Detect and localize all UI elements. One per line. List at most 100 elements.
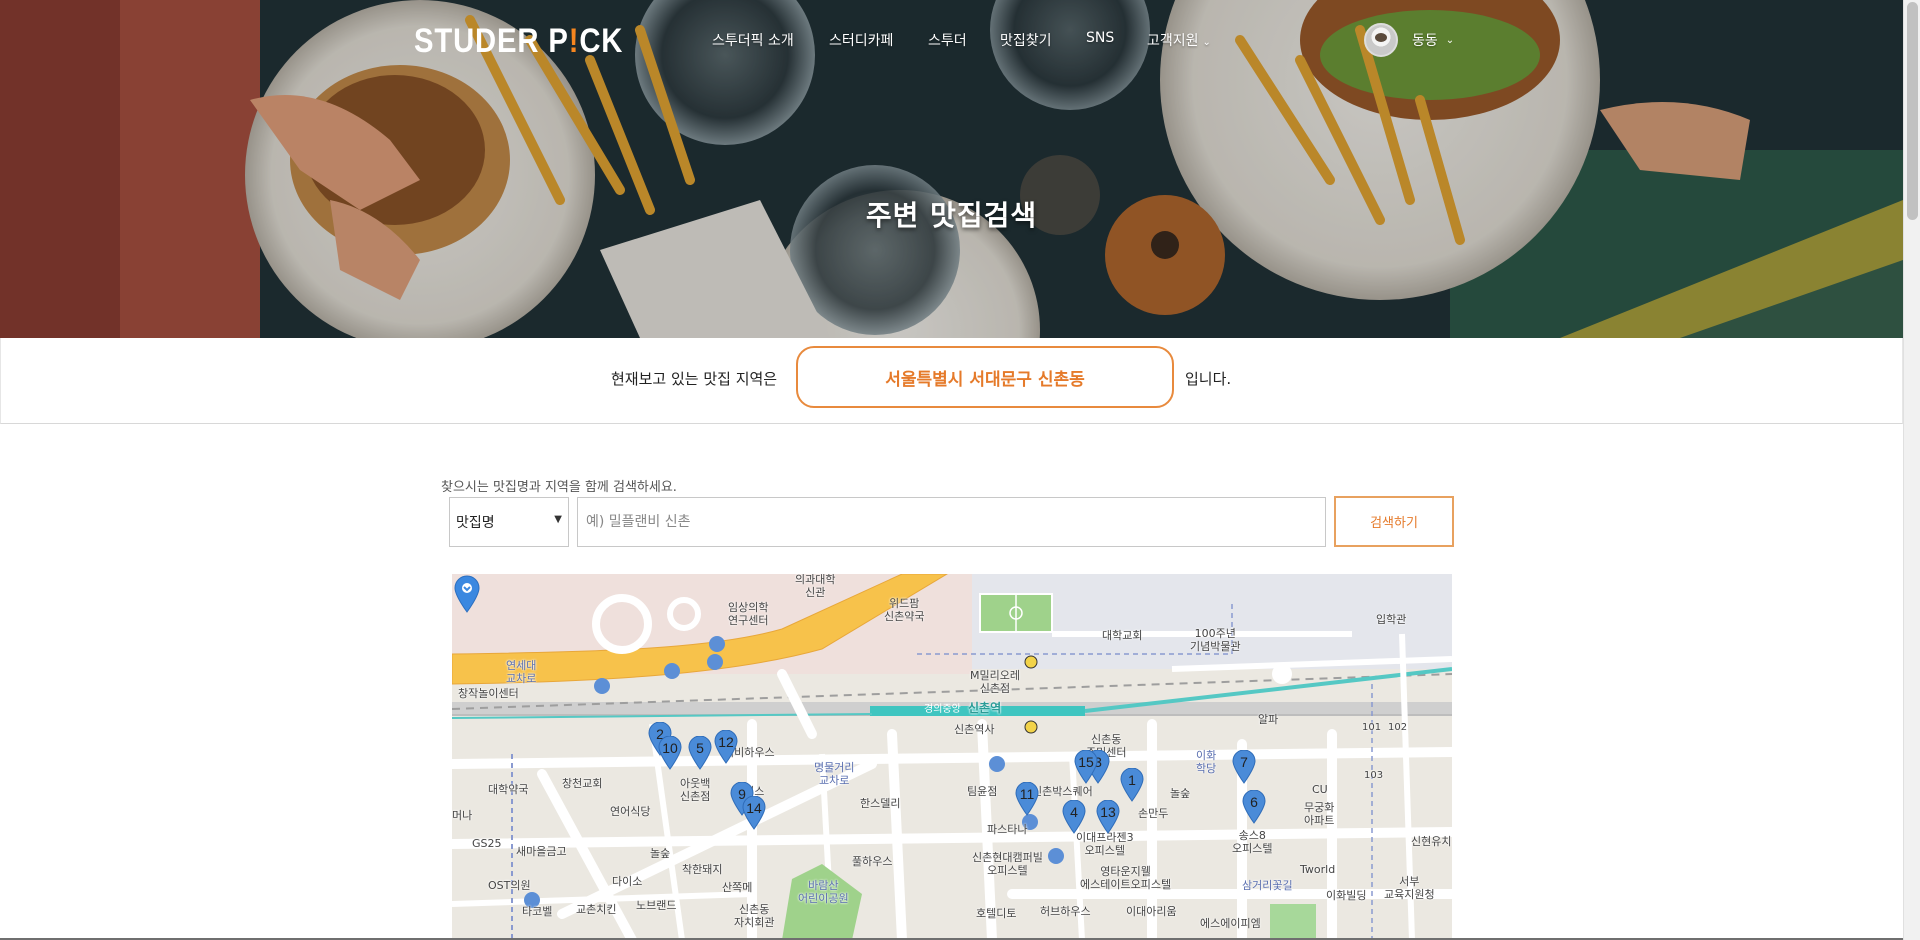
current-location-icon[interactable]: [452, 574, 482, 614]
map-marker-icon[interactable]: 7: [1232, 750, 1256, 784]
marker-number: 6: [1250, 794, 1258, 810]
nav-item-support[interactable]: 고객지원 ⌄: [1147, 30, 1211, 50]
restaurant-map[interactable]: 의과대학 신관 임상의학 연구센터 위드팜 신촌약국 대학교회 100주년 기념박물관 …: [452, 574, 1452, 940]
marker-number: 14: [746, 800, 762, 816]
map-label: 임상의학 연구센터: [728, 601, 769, 627]
map-label: OST의원: [488, 879, 531, 892]
map-label: CU: [1312, 783, 1328, 796]
region-prefix-text: 현재보고 있는 맛집 지역은: [611, 370, 778, 388]
map-marker-icon[interactable]: 6: [1242, 790, 1266, 824]
map-label: 100주년 기념박물관: [1190, 627, 1241, 653]
map-marker-icon[interactable]: 14: [742, 796, 766, 830]
map-label: 노브랜드: [636, 899, 677, 912]
map-label: 손만두: [1138, 807, 1169, 820]
map-label: 호텔디토: [976, 907, 1017, 920]
map-label: 한스델리: [860, 797, 901, 810]
map-label: 풀하우스: [852, 855, 893, 868]
map-label: 이대프라젠3 오피스텔: [1076, 831, 1134, 857]
marker-number: 11: [1019, 786, 1035, 802]
search-input[interactable]: [577, 497, 1326, 547]
map-label: 삼거리꽃길: [1242, 879, 1293, 892]
map-label: 신현유치: [1411, 835, 1452, 848]
nav-item-studer[interactable]: 스투더: [928, 30, 967, 50]
map-label: 에스에이피엠: [1200, 917, 1261, 930]
map-label: 대학교회: [1102, 629, 1143, 642]
chevron-down-icon: ⌄: [1445, 34, 1455, 46]
map-label: 입학관: [1376, 613, 1407, 626]
marker-number: 7: [1240, 754, 1248, 770]
region-suffix-text: 입니다.: [1185, 370, 1232, 388]
map-label: 이화 학당: [1196, 749, 1217, 775]
search-button[interactable]: 검색하기: [1334, 496, 1454, 547]
map-label: 명물거리 교차로: [814, 761, 855, 787]
current-region: 서울특별시 서대문구 신촌동: [796, 346, 1174, 408]
map-label: 의과대학 신관: [795, 574, 836, 599]
map-label: 새마을금고: [516, 845, 567, 858]
map-label: 머나: [452, 809, 473, 822]
map-label: 다이소: [612, 875, 643, 888]
map-marker-icon[interactable]: 15: [1074, 750, 1098, 784]
map-label: 창작놀이센터: [458, 687, 519, 700]
map-label: 101: [1362, 722, 1382, 733]
map-label: 신촌박스퀘어: [1032, 785, 1093, 798]
map-marker-icon[interactable]: 5: [688, 736, 712, 770]
map-label: 이대아리움: [1126, 905, 1177, 918]
map-label: 교촌치킨: [576, 903, 617, 916]
user-name: 동동: [1412, 33, 1438, 49]
map-label: 위드팜 신촌약국: [884, 597, 925, 623]
page: STUDER P!CK 스투더픽 소개 스터디카페 스투더 맛집찾기 SNS 고…: [0, 0, 1903, 940]
map-marker-icon[interactable]: 12: [714, 730, 738, 764]
map-label: 바람산 어린이공원: [798, 879, 849, 905]
nav-item-support-label: 고객지원: [1147, 33, 1199, 49]
map-label: 팀윤점: [967, 785, 998, 798]
map-label: M밀리오레 신촌점: [970, 669, 1020, 695]
map-label: 신촌현대캠퍼빌 오피스텔: [972, 851, 1043, 877]
map-label: Tworld: [1300, 863, 1336, 876]
map-label: 착한돼지: [682, 863, 723, 876]
map-label: 대학약국: [488, 783, 529, 796]
map-label: 103: [1364, 770, 1384, 781]
map-label: 연세대 교차로: [506, 659, 537, 685]
hero-banner: STUDER P!CK 스투더픽 소개 스터디카페 스투더 맛집찾기 SNS 고…: [0, 0, 1903, 338]
map-label: 허브하우스: [1040, 905, 1091, 918]
map-label: 파스타나: [987, 823, 1028, 836]
map-label: 영타운지웰 에스테이트오피스텔: [1080, 865, 1172, 891]
top-navigation: STUDER P!CK 스투더픽 소개 스터디카페 스투더 맛집찾기 SNS 고…: [0, 0, 1903, 80]
map-label: GS25: [472, 837, 502, 850]
nav-item-study-cafe[interactable]: 스터디카페: [829, 30, 893, 50]
map-label: 산쪽메: [722, 881, 753, 894]
map-label: 창천교회: [562, 777, 603, 790]
map-marker-icon[interactable]: 10: [658, 736, 682, 770]
scrollbar-thumb[interactable]: [1907, 2, 1918, 220]
map-label: 연어식당: [610, 805, 651, 818]
map-label: 알파: [1258, 713, 1279, 726]
map-label: 경의중앙: [924, 704, 961, 715]
map-label: 무궁화 아파트: [1304, 801, 1335, 827]
map-marker-icon[interactable]: 11: [1015, 782, 1039, 816]
map-label: 102: [1388, 722, 1408, 733]
site-logo[interactable]: STUDER P!CK: [414, 22, 623, 61]
search-type-select[interactable]: 맛집명 ▼: [449, 497, 569, 547]
map-label: 아웃백 신촌점: [680, 777, 711, 803]
dropdown-arrow-icon: ▼: [554, 514, 562, 525]
marker-number: 15: [1078, 754, 1094, 770]
page-scrollbar[interactable]: [1903, 0, 1920, 940]
map-label: 신촌역: [968, 701, 1002, 715]
nav-item-about[interactable]: 스투더픽 소개: [712, 30, 794, 50]
user-menu[interactable]: 동동 ⌄: [1364, 22, 1454, 58]
search-type-value: 맛집명: [456, 515, 495, 531]
map-marker-icon[interactable]: 4: [1062, 800, 1086, 834]
nav-item-restaurants[interactable]: 맛집찾기: [1000, 30, 1052, 50]
map-label: 신촌역사: [954, 723, 995, 736]
user-avatar-icon: [1364, 23, 1398, 57]
map-marker-icon[interactable]: 1: [1120, 768, 1144, 802]
map-label: 서부 교육지원청: [1384, 875, 1435, 901]
map-label: 놀숲: [650, 847, 671, 860]
nav-item-sns[interactable]: SNS: [1086, 30, 1114, 46]
map-marker-icon[interactable]: 13: [1096, 800, 1120, 834]
marker-number: 13: [1100, 804, 1116, 820]
map-label: 놀숲: [1170, 787, 1191, 800]
marker-number: 1: [1128, 772, 1136, 788]
region-bar: 현재보고 있는 맛집 지역은 서울특별시 서대문구 신촌동 입니다.: [0, 338, 1903, 424]
marker-number: 10: [662, 740, 678, 756]
